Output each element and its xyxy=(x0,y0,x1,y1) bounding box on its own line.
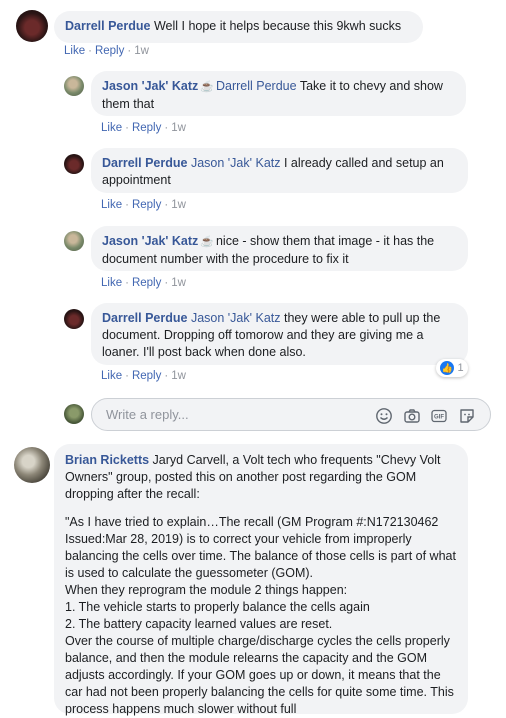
reply-button[interactable]: Reply xyxy=(132,370,161,382)
comment-author[interactable]: Darrell Perdue xyxy=(65,19,150,33)
sticker-icon[interactable] xyxy=(458,407,476,425)
like-button[interactable]: Like xyxy=(64,45,85,57)
svg-text:GIF: GIF xyxy=(434,415,444,421)
avatar-darrell[interactable] xyxy=(16,10,48,42)
reaction-count: 1 xyxy=(457,362,464,374)
reaction-summary[interactable]: 👍 1 xyxy=(436,359,468,377)
comment-actions: Like · Reply · 1w xyxy=(101,122,186,134)
comment-actions: Like · Reply · 1w xyxy=(101,277,186,289)
reply-input[interactable] xyxy=(104,406,368,423)
comment-bubble: Jason 'Jak' Katz ☕ Darrell Perdue Take it … xyxy=(91,71,466,116)
timestamp[interactable]: 1w xyxy=(171,199,186,211)
avatar-brian[interactable] xyxy=(14,447,50,483)
mention-link[interactable]: Darrell Perdue xyxy=(216,79,297,93)
like-button[interactable]: Like xyxy=(101,370,122,382)
comment-bubble: Brian Ricketts Jaryd Carvell, a Volt tec… xyxy=(54,444,468,716)
avatar-jason[interactable] xyxy=(64,76,84,96)
gif-icon[interactable]: GIF xyxy=(430,407,448,425)
mention-link[interactable]: Jason 'Jak' Katz xyxy=(191,156,281,170)
comment-bubble: Darrell Perdue Well I hope it helps beca… xyxy=(54,11,423,43)
reply-button[interactable]: Reply xyxy=(95,45,124,57)
avatar-darrell[interactable] xyxy=(64,309,84,329)
like-button[interactable]: Like xyxy=(101,277,122,289)
timestamp[interactable]: 1w xyxy=(134,45,149,57)
emoji-icon[interactable] xyxy=(375,407,393,425)
reply-button[interactable]: Reply xyxy=(132,277,161,289)
quote-line: When they reprogram the module 2 things … xyxy=(65,583,348,597)
like-button[interactable]: Like xyxy=(101,199,122,211)
mention-link[interactable]: Jason 'Jak' Katz xyxy=(191,311,281,325)
comment-bubble: Darrell Perdue Jason 'Jak' Katz they wer… xyxy=(91,303,468,365)
like-button[interactable]: Like xyxy=(101,122,122,134)
comment-author[interactable]: Darrell Perdue xyxy=(102,156,187,170)
thumbs-up-icon: 👍 xyxy=(440,361,455,375)
timestamp[interactable]: 1w xyxy=(171,122,186,134)
comment-author[interactable]: Jason 'Jak' Katz xyxy=(102,234,198,248)
comment-actions: Like · Reply · 1w xyxy=(64,45,149,57)
avatar-darrell[interactable] xyxy=(64,154,84,174)
avatar-jason[interactable] xyxy=(64,231,84,251)
reply-button[interactable]: Reply xyxy=(132,122,161,134)
comment-actions: Like · Reply · 1w xyxy=(101,199,186,211)
camera-icon[interactable] xyxy=(403,407,421,425)
comment-author[interactable]: Brian Ricketts xyxy=(65,453,149,467)
coffee-cup-icon: ☕ xyxy=(200,81,214,93)
quote-line: 2. The battery capacity learned values a… xyxy=(65,617,333,631)
reply-composer[interactable]: GIF xyxy=(91,398,491,431)
current-user-avatar xyxy=(64,404,84,424)
comment-author[interactable]: Jason 'Jak' Katz xyxy=(102,79,198,93)
comment-text: Well I hope it helps because this 9kwh s… xyxy=(153,19,402,33)
comment-bubble: Darrell Perdue Jason 'Jak' Katz I alread… xyxy=(91,148,468,193)
coffee-cup-icon: ☕ xyxy=(200,236,214,248)
quote-paragraph: Over the course of multiple charge/disch… xyxy=(65,634,454,716)
comment-bubble: Jason 'Jak' Katz ☕ nice - show them that i… xyxy=(91,226,468,271)
comment-author[interactable]: Darrell Perdue xyxy=(102,311,187,325)
timestamp[interactable]: 1w xyxy=(171,277,186,289)
comment-actions: Like · Reply · 1w xyxy=(101,370,186,382)
quote-line: 1. The vehicle starts to properly balanc… xyxy=(65,600,370,614)
quote-paragraph: "As I have tried to explain…The recall (… xyxy=(65,515,456,580)
reply-button[interactable]: Reply xyxy=(132,199,161,211)
timestamp[interactable]: 1w xyxy=(171,370,186,382)
